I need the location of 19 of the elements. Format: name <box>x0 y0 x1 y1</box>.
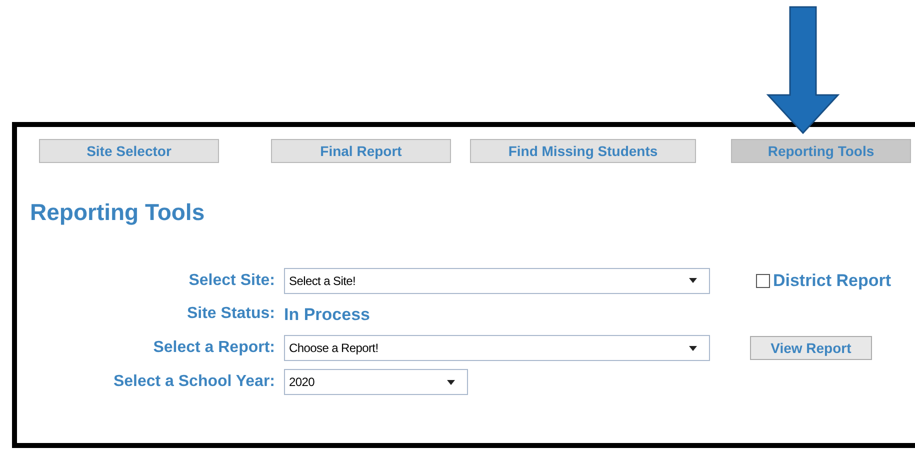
field-label: Select Site: <box>188 270 275 290</box>
field-label: Select a Report: <box>152 338 275 358</box>
site-dropdown[interactable]: Select a Site! <box>284 268 710 294</box>
tab[interactable]: Reporting Tools <box>731 139 911 163</box>
tab[interactable]: Find Missing Students <box>470 139 696 163</box>
report-dropdown[interactable]: Choose a Report! <box>284 335 710 361</box>
tab[interactable]: Final Report <box>271 139 451 163</box>
view-report-button[interactable]: View Report <box>750 336 872 360</box>
dropdown-caret-icon <box>689 278 697 283</box>
tab[interactable]: Site Selector <box>39 139 219 163</box>
down-arrow-icon <box>766 6 840 134</box>
status-value: In Process <box>284 304 370 326</box>
field-label: Site Status: <box>186 304 275 324</box>
dropdown-caret-icon <box>689 346 697 350</box>
field-label: Select a School Year: <box>112 372 275 392</box>
page-heading: Reporting Tools <box>30 198 205 227</box>
dropdown-caret-icon <box>447 380 455 384</box>
district-report-checkbox[interactable]: District Report <box>756 268 892 294</box>
school-year-dropdown[interactable]: 2020 <box>284 369 468 395</box>
